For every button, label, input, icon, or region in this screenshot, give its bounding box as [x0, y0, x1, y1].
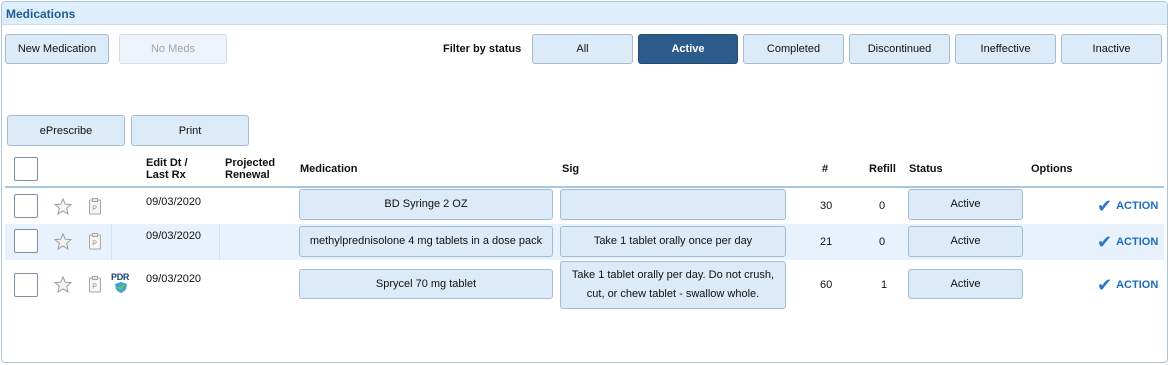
star-icon[interactable] [54, 276, 72, 293]
edit-date: 09/03/2020 [146, 196, 202, 208]
svg-text:P: P [92, 206, 97, 213]
column-header-count: # [822, 163, 829, 175]
checkmark-icon: ✔ [1097, 232, 1113, 252]
pdr-badge-icon[interactable]: PDR [111, 272, 131, 294]
filter-completed-button[interactable]: Completed [743, 34, 844, 64]
action-label: ACTION [1116, 200, 1159, 212]
eprescribe-button[interactable]: ePrescribe [7, 115, 125, 146]
medication-button[interactable]: methylprednisolone 4 mg tablets in a dos… [299, 226, 553, 257]
row-checkbox[interactable] [14, 229, 38, 253]
column-divider [111, 224, 112, 260]
checkmark-icon: ✔ [1097, 196, 1113, 216]
medication-button[interactable]: Sprycel 70 mg tablet [299, 269, 553, 299]
filter-discontinued-button[interactable]: Discontinued [849, 34, 950, 64]
column-header-edit-date: Edit Dt / Last Rx [146, 157, 188, 181]
document-icon[interactable]: P [88, 198, 102, 215]
sig-button[interactable] [560, 189, 786, 220]
row-checkbox[interactable] [14, 273, 38, 297]
edit-date: 09/03/2020 [146, 230, 202, 242]
quantity: 30 [820, 200, 833, 212]
refill-count: 0 [879, 200, 886, 212]
column-header-projected-renewal: Projected Renewal [225, 157, 275, 181]
table-row: P PDR 09/03/2020 Sprycel 70 mg tablet Ta… [5, 260, 1164, 310]
column-header-edit-date-line1: Edit Dt / [146, 157, 188, 169]
filter-label: Filter by status [443, 43, 522, 55]
filter-inactive-button[interactable]: Inactive [1061, 34, 1162, 64]
sig-button[interactable]: Take 1 tablet orally per day. Do not cru… [560, 261, 786, 309]
no-meds-button[interactable]: No Meds [119, 34, 227, 64]
new-medication-button[interactable]: New Medication [5, 34, 109, 64]
column-header-refill: Refill [869, 163, 896, 175]
document-icon[interactable]: P [88, 276, 102, 293]
sig-text: Take 1 tablet orally once per day [593, 235, 753, 247]
medication-button[interactable]: BD Syringe 2 OZ [299, 189, 553, 220]
action-label: ACTION [1116, 236, 1159, 248]
document-icon[interactable]: P [88, 233, 102, 250]
column-header-projected-line2: Renewal [225, 169, 270, 181]
sig-button[interactable]: Take 1 tablet orally once per day [560, 226, 786, 257]
column-header-medication: Medication [300, 163, 358, 175]
star-icon[interactable] [54, 198, 72, 215]
status-button[interactable]: Active [908, 226, 1023, 257]
refill-count: 1 [881, 279, 888, 291]
panel-title: Medications [2, 2, 1167, 25]
action-link[interactable]: ✔ ACTION [1097, 196, 1159, 216]
table-row: P 09/03/2020 methylprednisolone 4 mg tab… [5, 224, 1164, 260]
svg-text:P: P [92, 284, 97, 291]
row-checkbox[interactable] [14, 194, 38, 218]
filter-all-button[interactable]: All [532, 34, 633, 64]
filter-active-button[interactable]: Active [638, 34, 738, 64]
edit-date: 09/03/2020 [146, 273, 202, 285]
sig-text-line1: Take 1 tablet orally per day. Do not cru… [571, 269, 775, 281]
pdr-label: PDR [111, 272, 130, 282]
column-header-status: Status [909, 163, 943, 175]
column-header-options: Options [1031, 163, 1073, 175]
column-divider [219, 224, 220, 260]
refill-count: 0 [879, 236, 886, 248]
action-link[interactable]: ✔ ACTION [1097, 275, 1159, 295]
select-all-checkbox[interactable] [14, 157, 38, 181]
checkmark-icon: ✔ [1097, 275, 1113, 295]
shield-icon [115, 282, 127, 293]
status-button[interactable]: Active [908, 269, 1023, 299]
action-link[interactable]: ✔ ACTION [1097, 232, 1159, 252]
print-button[interactable]: Print [131, 115, 249, 146]
action-label: ACTION [1116, 279, 1159, 291]
quantity: 21 [820, 236, 833, 248]
svg-text:P: P [92, 241, 97, 248]
sig-text-line2: cut, or chew tablet - swallow whole. [586, 288, 760, 300]
quantity: 60 [820, 279, 833, 291]
filter-ineffective-button[interactable]: Ineffective [955, 34, 1056, 64]
status-button[interactable]: Active [908, 189, 1023, 220]
column-header-projected-line1: Projected [225, 157, 276, 169]
column-header-edit-date-line2: Last Rx [146, 169, 186, 181]
column-header-sig: Sig [562, 163, 580, 175]
table-row: P 09/03/2020 BD Syringe 2 OZ 30 0 Active… [5, 188, 1164, 224]
star-icon[interactable] [54, 233, 72, 250]
